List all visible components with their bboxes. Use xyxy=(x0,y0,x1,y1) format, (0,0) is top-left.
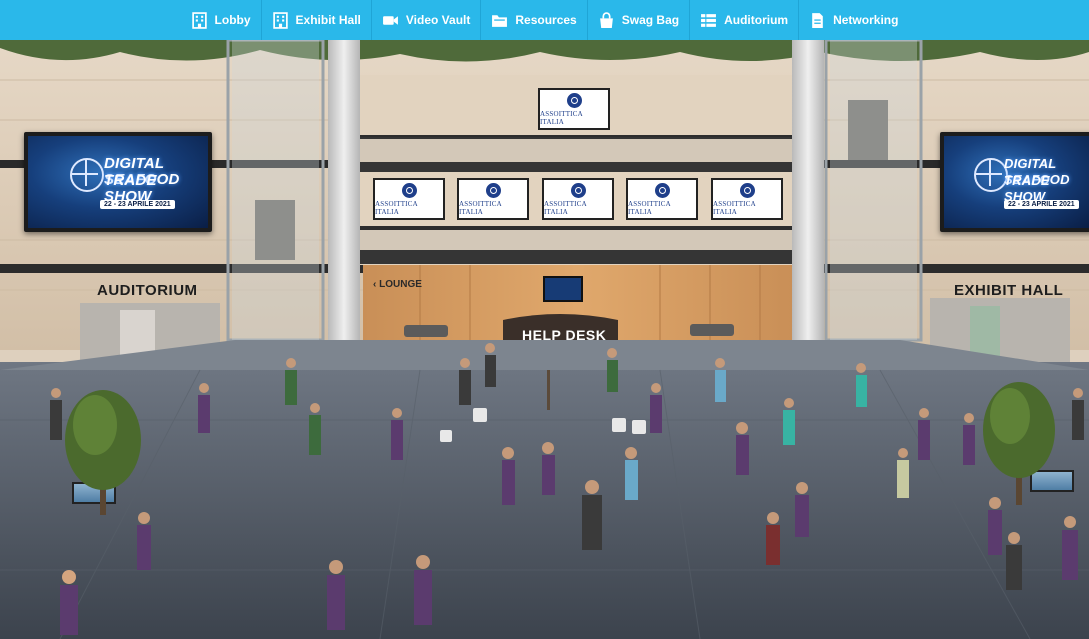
nav-video-vault[interactable]: Video Vault xyxy=(372,0,482,40)
nav-resources[interactable]: Resources xyxy=(481,0,588,40)
shopping-bag-icon xyxy=(598,11,615,29)
nav-networking[interactable]: Networking xyxy=(799,0,908,40)
building-icon xyxy=(191,11,208,29)
video-camera-icon xyxy=(382,12,399,29)
top-navigation: Lobby Exhibit Hall Video Vault Resources… xyxy=(0,0,1089,40)
virtual-lobby-scene: DIGITAL SEAFOOD TRADE SHOW 22 - 23 APRIL… xyxy=(0,40,1089,639)
nav-label: Auditorium xyxy=(724,13,789,27)
lobby-attendees xyxy=(50,343,1084,635)
nav-label: Networking xyxy=(833,13,899,27)
document-icon xyxy=(809,12,826,29)
nav-exhibit-hall[interactable]: Exhibit Hall xyxy=(262,0,372,40)
nav-swag-bag[interactable]: Swag Bag xyxy=(588,0,691,40)
nav-label: Video Vault xyxy=(405,13,471,27)
nav-label: Resources xyxy=(515,13,577,27)
nav-label: Lobby xyxy=(214,13,251,27)
table-list-icon xyxy=(700,12,717,29)
nav-label: Exhibit Hall xyxy=(295,13,361,27)
nav-auditorium[interactable]: Auditorium xyxy=(690,0,800,40)
nav-label: Swag Bag xyxy=(621,13,680,27)
building-icon xyxy=(272,11,289,29)
folder-icon xyxy=(491,12,508,29)
nav-lobby[interactable]: Lobby xyxy=(181,0,262,40)
